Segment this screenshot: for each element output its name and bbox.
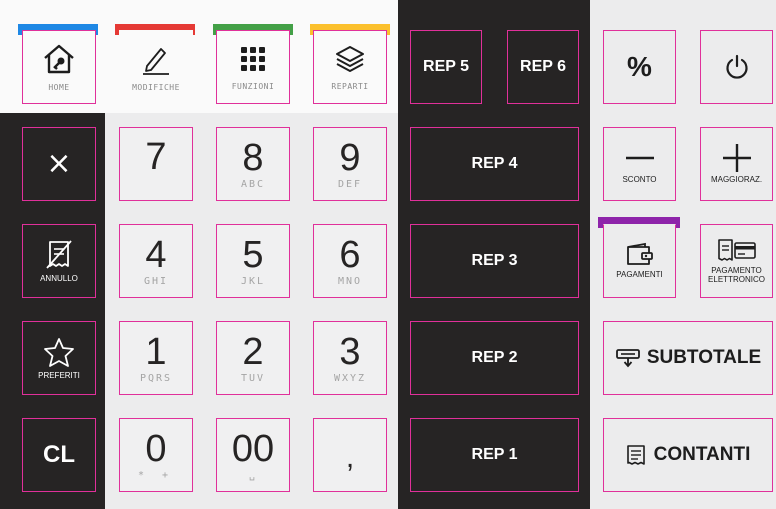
key-8[interactable]: 8 ABC xyxy=(216,127,290,201)
reparti-button[interactable]: REPARTI xyxy=(313,30,387,104)
key-2-digit: 2 xyxy=(242,330,264,373)
percent-label: % xyxy=(627,51,652,82)
key-5[interactable]: 5 JKL xyxy=(216,224,290,298)
key-comma-digit: , xyxy=(345,441,355,474)
key-4-letters: GHI xyxy=(143,275,169,287)
key-1-letters: PQRS xyxy=(139,372,173,384)
pagamenti-button[interactable]: PAGAMENTI xyxy=(603,224,676,298)
funzioni-label: FUNZIONI xyxy=(231,81,275,91)
key-8-digit: 8 xyxy=(242,136,264,179)
space-symbol: ␣ xyxy=(248,469,258,481)
key-0[interactable]: 0 * + xyxy=(119,418,193,492)
clear-label: CL xyxy=(43,441,75,468)
annullo-label: ANNULLO xyxy=(40,273,78,283)
annullo-button[interactable]: ANNULLO xyxy=(22,224,96,298)
pagamento-elettronico-label-line2: ELETTRONICO xyxy=(708,274,765,284)
subtotal-icon xyxy=(615,349,640,368)
key-00[interactable]: 00 ␣ xyxy=(216,418,290,492)
cash-receipt-icon xyxy=(626,445,645,465)
key-4-digit: 4 xyxy=(145,233,167,276)
power-icon xyxy=(725,54,748,79)
subtotale-label: SUBTOTALE xyxy=(646,347,762,368)
cancel-button[interactable]: × xyxy=(22,127,96,201)
rep-2-label: REP 2 xyxy=(471,349,518,366)
maggiorazione-label: MAGGIORAZ. xyxy=(710,175,763,185)
key-2[interactable]: 2 TUV xyxy=(216,321,290,395)
key-6-digit: 6 xyxy=(339,233,361,276)
key-8-letters: ABC xyxy=(240,178,266,190)
key-9-digit: 9 xyxy=(339,136,361,179)
rep-1-label: REP 1 xyxy=(471,446,518,463)
star-icon xyxy=(44,337,74,367)
receipt-card-icon xyxy=(717,238,756,261)
sconto-label: SCONTO xyxy=(622,175,657,185)
key-2-letters: TUV xyxy=(240,372,266,384)
key-5-digit: 5 xyxy=(242,233,264,276)
funzioni-button[interactable]: FUNZIONI xyxy=(216,30,290,104)
grid-icon xyxy=(241,46,265,71)
rep-2-button[interactable]: REP 2 xyxy=(410,321,579,395)
key-3-digit: 3 xyxy=(339,330,361,373)
rep-3-label: REP 3 xyxy=(471,252,518,269)
sconto-button[interactable]: SCONTO xyxy=(603,127,676,201)
key-6[interactable]: 6 MNO xyxy=(313,224,387,298)
wallet-icon xyxy=(626,243,653,265)
rep-1-button[interactable]: REP 1 xyxy=(410,418,579,492)
clear-button[interactable]: CL xyxy=(22,418,96,492)
key-4[interactable]: 4 GHI xyxy=(119,224,193,298)
plus-icon xyxy=(722,144,751,173)
contanti-label: CONTANTI xyxy=(653,444,751,465)
key-9[interactable]: 9 DEF xyxy=(313,127,387,201)
pagamento-elettronico-button[interactable]: PAGAMENTO ELETTRONICO xyxy=(700,224,773,298)
rep-6-button[interactable]: REP 6 xyxy=(507,30,579,104)
key-comma[interactable]: , xyxy=(313,418,387,492)
rep-4-button[interactable]: REP 4 xyxy=(410,127,579,201)
rep-3-button[interactable]: REP 3 xyxy=(410,224,579,298)
preferiti-button[interactable]: PREFERITI xyxy=(22,321,96,395)
modifiche-label: MODIFICHE xyxy=(132,82,180,92)
minus-icon xyxy=(625,156,654,160)
home-label: HOME xyxy=(48,82,70,92)
void-receipt-icon xyxy=(46,239,72,269)
contanti-button[interactable]: CONTANTI xyxy=(603,418,773,492)
key-9-letters: DEF xyxy=(337,178,363,190)
key-7[interactable]: 7 xyxy=(119,127,193,201)
maggiorazione-button[interactable]: MAGGIORAZ. xyxy=(700,127,773,201)
modifiche-button[interactable]: MODIFICHE xyxy=(119,30,193,104)
key-1-digit: 1 xyxy=(145,330,167,373)
key-7-digit: 7 xyxy=(145,136,167,178)
layers-icon xyxy=(336,45,364,72)
rep-5-button[interactable]: REP 5 xyxy=(410,30,482,104)
close-icon: × xyxy=(46,146,72,181)
percent-button[interactable]: % xyxy=(603,30,676,104)
key-6-letters: MNO xyxy=(337,275,363,287)
key-0-digit: 0 xyxy=(145,427,167,470)
pagamenti-label: PAGAMENTI xyxy=(616,270,663,280)
key-3[interactable]: 3 WXYZ xyxy=(313,321,387,395)
key-0-symbols: * + xyxy=(137,469,175,481)
key-3-letters: WXYZ xyxy=(333,372,367,384)
power-button[interactable] xyxy=(700,30,773,104)
rep-5-label: REP 5 xyxy=(423,58,469,75)
key-00-digit: 00 xyxy=(231,427,275,470)
rep-6-label: REP 6 xyxy=(520,58,566,75)
home-key-icon xyxy=(44,44,74,73)
rep-4-label: REP 4 xyxy=(471,155,518,172)
reparti-label: REPARTI xyxy=(331,81,369,91)
key-1[interactable]: 1 PQRS xyxy=(119,321,193,395)
preferiti-label: PREFERITI xyxy=(38,370,80,380)
home-button[interactable]: HOME xyxy=(22,30,96,104)
pencil-icon xyxy=(143,47,169,75)
key-5-letters: JKL xyxy=(240,275,266,287)
subtotale-button[interactable]: SUBTOTALE xyxy=(603,321,773,395)
